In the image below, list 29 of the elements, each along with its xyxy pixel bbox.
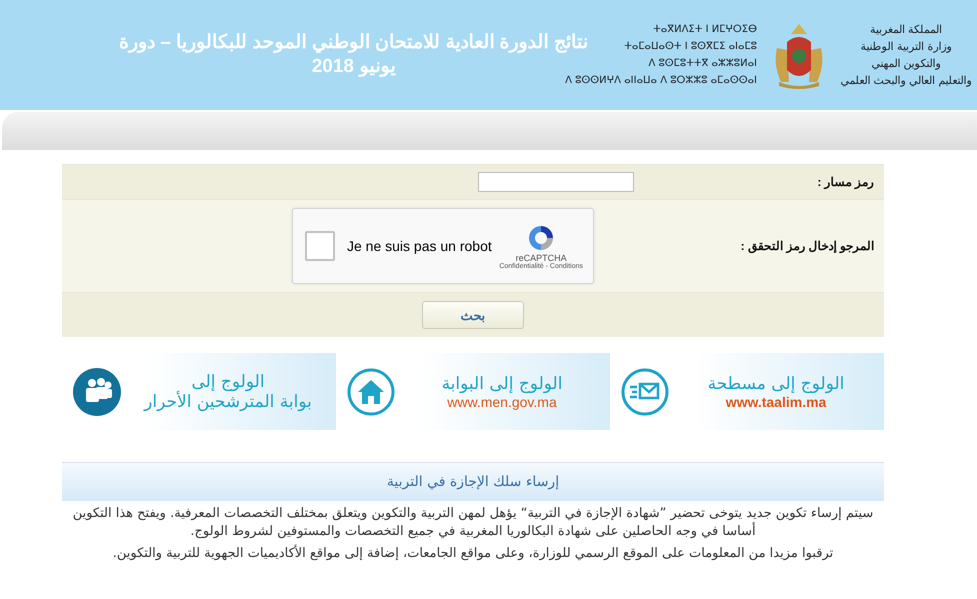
news-paragraph: سيتم إرساء تكوين جديد يتوخى تحضير ”شهادة الإجازة في التربية“ يؤهل لمهن التربية والتكوين ويتعلق بمختلف التخصصات المعرفية. ويفتح هذا التكوين أساسا في وجه الحاصلين على شهادة البكالوريا المغربية في جميع التخصصات والمستوفين لشروط الولوج. <box>72 505 874 541</box>
ministry-name: المملكة المغربية <box>870 22 942 38</box>
ministry-name: والتعليم العالي والبحث العلمي <box>840 73 972 89</box>
banner-subtitle: بوابة المترشحين الأحرار <box>144 392 312 412</box>
field-label: المرجو إدخال رمز التحقق : <box>740 239 875 253</box>
page-title: نتائج الدورة العادية للامتحان الوطني الموحد للبكالوريا – دورة <box>119 31 588 55</box>
banner-subtitle: www.men.gov.ma <box>447 394 557 410</box>
captcha-label: Je ne suis pas un robot <box>347 238 493 254</box>
captcha-checkbox[interactable] <box>305 231 335 261</box>
ministry-name-tifinagh: ⵜⴰⴳⵍⴷⵉⵜ ⵏ ⵍⵎⵖⵔⵉⴱ <box>653 23 757 37</box>
ministry-name-tifinagh: ⵜⴰⵎⴰⵡⴰⵙⵜ ⵏ ⵓⵙⴳⵎⵉ ⴰⵏⴰⵎⵓ <box>624 40 757 54</box>
banner-title: الولوج إلى مسطحة <box>708 374 844 394</box>
recaptcha-brand: reCAPTCHA <box>516 252 567 262</box>
news-title: إرساء سلك الإجازة في التربية <box>62 462 884 501</box>
field-label: رمز مسار : <box>816 175 875 189</box>
ministry-name: والتكوين المهني <box>871 56 941 72</box>
home-icon <box>346 366 396 416</box>
search-button[interactable]: بحث <box>422 301 524 329</box>
banner-title: الولوج إلى البوابة <box>442 374 562 394</box>
page-title: يونيو 2018 <box>312 55 396 79</box>
massar-code-field[interactable] <box>478 172 634 192</box>
ministry-name-tifinagh: ⴷ ⵓⵙⵎⵓⵜⵜⴳ ⴰⵣⵣⵓⵍⴰⵏ <box>648 57 757 71</box>
users-icon <box>72 366 122 416</box>
banner-title: الولوج إلى <box>191 372 265 392</box>
ministry-name: وزارة التربية الوطنية <box>860 39 952 55</box>
ministry-name-tifinagh: ⴷ ⵓⵙⵙⵍⵖⴷ ⴰⵏⵏⴰⵡⴰ ⴷ ⵓⵔⵣⵣⵓ ⴰⵎⴰⵙⵙⴰⵏ <box>565 74 757 88</box>
news-paragraph: ترقبوا مزيدا من المعلومات على الموقع الرسمي للوزارة، وعلى مواقع الجامعات، إضافة إلى مواقع الأكاديميات الجهوية للتربية والتكوين. <box>112 545 834 563</box>
envelope-icon <box>620 366 670 416</box>
banner-subtitle: www.taalim.ma <box>726 394 826 410</box>
